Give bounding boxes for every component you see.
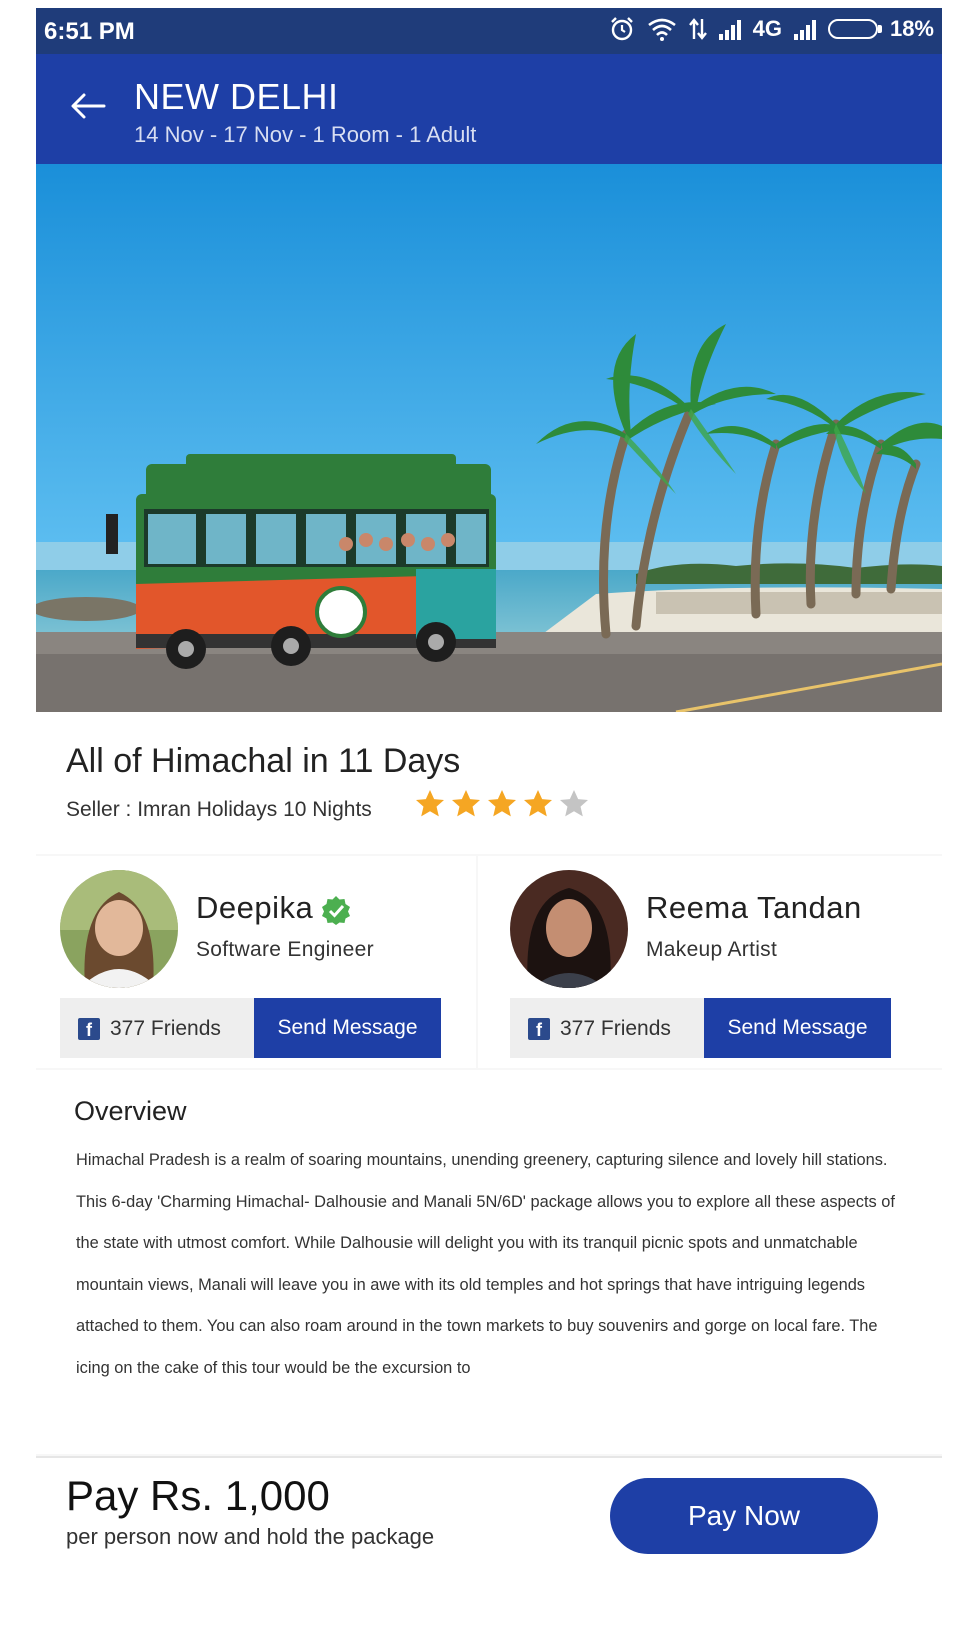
user-name: Deepika xyxy=(196,890,351,926)
phone-screen: 6:51 PM 4G 18% NEW DELHI 14 Nov - 17 Nov… xyxy=(36,8,942,1633)
beach-trolley-illustration xyxy=(36,164,942,712)
overview-text: Himachal Pradesh is a realm of soaring m… xyxy=(76,1151,895,1377)
pay-amount: Pay Rs. 1,000 xyxy=(66,1472,330,1519)
payment-bar: Pay Rs. 1,000 per person now and hold th… xyxy=(36,1456,942,1633)
overview-section: Overview Himachal Pradesh is a realm of … xyxy=(36,1070,942,1454)
avatar[interactable] xyxy=(510,870,628,988)
star-filled-icon xyxy=(488,790,516,817)
network-type: 4G xyxy=(752,16,782,41)
star-filled-icon xyxy=(452,790,480,817)
signal-icon xyxy=(718,18,741,40)
user-name-text: Reema Tandan xyxy=(646,890,862,925)
facebook-icon: f xyxy=(528,1018,550,1040)
friends-count[interactable]: f 377 Friends xyxy=(60,998,254,1058)
back-arrow-icon[interactable] xyxy=(66,84,110,128)
status-icons: 4G 18% xyxy=(609,16,934,42)
user-name: Reema Tandan xyxy=(646,890,862,926)
data-transfer-icon xyxy=(688,18,707,40)
signal-icon-2 xyxy=(793,18,816,40)
seller-info: Seller : Imran Holidays 10 Nights xyxy=(66,798,372,821)
page-title: NEW DELHI xyxy=(134,76,339,117)
star-empty-icon xyxy=(560,790,588,817)
rating-stars xyxy=(414,788,590,820)
friends-label: 377 Friends xyxy=(110,1017,221,1040)
send-message-button[interactable]: Send Message xyxy=(704,998,891,1058)
friends-label: 377 Friends xyxy=(560,1017,671,1040)
user-role: Makeup Artist xyxy=(646,938,778,961)
travelers-section: Deepika Software Engineer f 377 Friends … xyxy=(36,856,942,1068)
star-filled-icon xyxy=(416,790,444,817)
friends-count[interactable]: f 377 Friends xyxy=(510,998,704,1058)
overview-title: Overview xyxy=(74,1096,187,1126)
user-role: Software Engineer xyxy=(196,938,374,961)
status-time: 6:51 PM xyxy=(44,18,135,45)
user-card: Reema Tandan Makeup Artist f 377 Friends… xyxy=(478,856,942,1068)
pay-now-button[interactable]: Pay Now xyxy=(610,1478,878,1554)
alarm-icon xyxy=(610,17,633,41)
avatar[interactable] xyxy=(60,870,178,988)
app-header: NEW DELHI 14 Nov - 17 Nov - 1 Room - 1 A… xyxy=(36,54,942,164)
facebook-icon: f xyxy=(78,1018,100,1040)
status-bar: 6:51 PM 4G 18% xyxy=(36,8,942,54)
battery-icon xyxy=(827,19,882,39)
send-message-button[interactable]: Send Message xyxy=(254,998,441,1058)
star-filled-icon xyxy=(524,790,552,817)
battery-level: 18% xyxy=(889,16,934,41)
pay-note: per person now and hold the package xyxy=(66,1524,435,1549)
user-name-text: Deepika xyxy=(196,890,314,925)
user-card: Deepika Software Engineer f 377 Friends … xyxy=(36,856,476,1068)
package-info: All of Himachal in 11 Days Seller : Imra… xyxy=(36,712,942,854)
wifi-icon xyxy=(647,18,676,41)
hero-image xyxy=(36,164,942,712)
trolley xyxy=(106,454,496,669)
trip-details: 14 Nov - 17 Nov - 1 Room - 1 Adult xyxy=(134,122,477,147)
package-title: All of Himachal in 11 Days xyxy=(66,742,461,780)
verified-badge-icon xyxy=(322,895,351,925)
